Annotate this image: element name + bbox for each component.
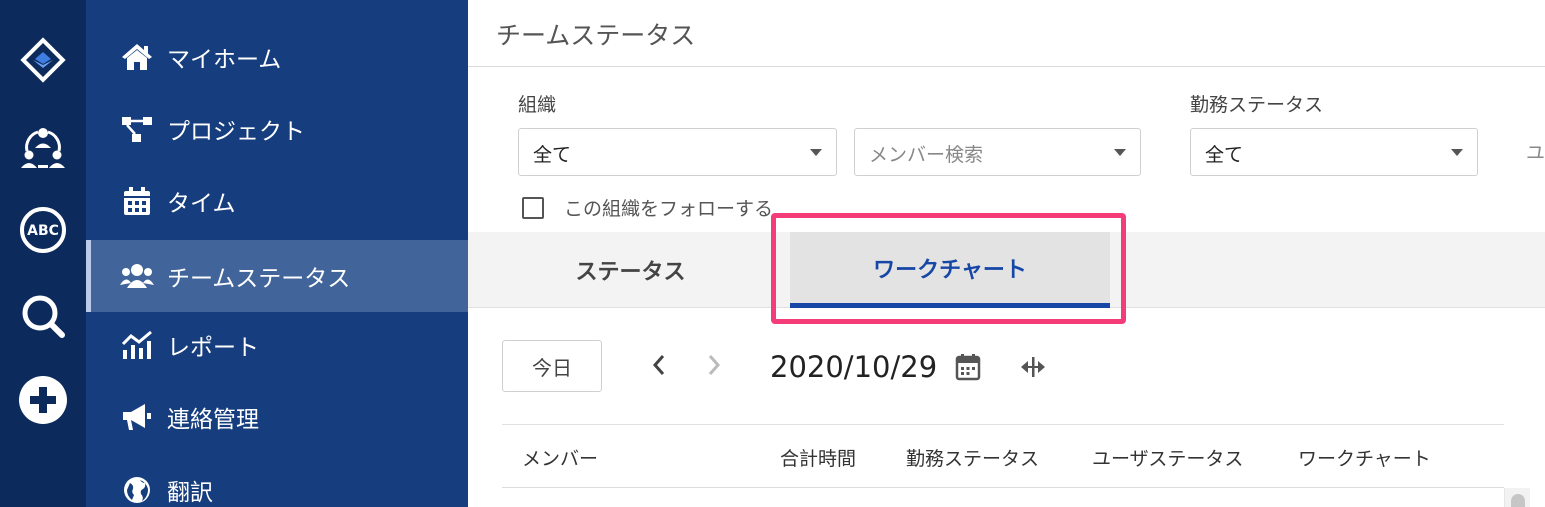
sidebar-item-contact[interactable]: 連絡管理 bbox=[86, 381, 468, 453]
column-header-total-time[interactable]: 合計時間 bbox=[780, 444, 856, 471]
icon-rail: ABC bbox=[0, 0, 86, 507]
org-label: 組織 bbox=[518, 94, 557, 116]
svg-text:ABC: ABC bbox=[27, 223, 59, 239]
scrollbar-thumb[interactable] bbox=[1511, 494, 1525, 507]
sidebar-item-label: マイホーム bbox=[167, 47, 282, 73]
sidebar-item-my-home[interactable]: マイホーム bbox=[86, 21, 468, 93]
chevron-down-icon bbox=[810, 149, 822, 156]
home-icon bbox=[120, 40, 154, 74]
table-scrollbar[interactable] bbox=[1504, 488, 1530, 507]
sidebar-item-project[interactable]: プロジェクト bbox=[86, 93, 468, 165]
sidebar-item-time[interactable]: タイム bbox=[86, 165, 468, 237]
org-select-value: 全て bbox=[533, 144, 572, 166]
follow-org-checkbox[interactable] bbox=[522, 197, 544, 219]
sidebar-item-label: プロジェクト bbox=[167, 119, 305, 145]
sidebar: マイホーム プロジェクト タイム チームステータス レポート 連絡管理 翻訳 bbox=[86, 0, 468, 507]
today-button[interactable]: 今日 bbox=[502, 340, 602, 392]
sidebar-item-team-status[interactable]: チームステータス bbox=[86, 240, 468, 312]
page-title: チームステータス bbox=[496, 21, 696, 50]
sidebar-item-label: チームステータス bbox=[167, 266, 351, 292]
tab-work-chart[interactable]: ワークチャート bbox=[790, 232, 1110, 308]
tab-status[interactable]: ステータス bbox=[528, 232, 733, 308]
main-content: チームステータス 組織 全て メンバー検索 勤務ステータス 全て ユ この組織を… bbox=[468, 0, 1545, 507]
plus-icon[interactable] bbox=[17, 374, 69, 426]
sidebar-item-report[interactable]: レポート bbox=[86, 309, 468, 381]
title-divider bbox=[468, 66, 1545, 67]
org-select[interactable]: 全て bbox=[518, 128, 837, 176]
abc-icon[interactable]: ABC bbox=[17, 204, 69, 256]
work-status-select[interactable]: 全て bbox=[1190, 128, 1478, 176]
column-header-work-status[interactable]: 勤務ステータス bbox=[906, 444, 1039, 471]
team-icon[interactable] bbox=[17, 120, 69, 172]
work-status-select-value: 全て bbox=[1205, 144, 1244, 166]
expand-width-icon[interactable] bbox=[1016, 350, 1050, 384]
sidebar-item-label: 翻訳 bbox=[167, 480, 213, 506]
app-logo-icon[interactable] bbox=[17, 34, 69, 86]
user-status-label-cut: ユ bbox=[1526, 142, 1545, 164]
project-icon bbox=[120, 112, 154, 146]
view-tabs: ステータス ワークチャート bbox=[468, 232, 1545, 308]
table-header: メンバー 合計時間 勤務ステータス ユーザステータス ワークチャート bbox=[502, 424, 1504, 488]
sidebar-item-label: タイム bbox=[167, 191, 236, 217]
current-date: 2020/10/29 bbox=[770, 350, 938, 384]
search-icon[interactable] bbox=[17, 290, 69, 342]
chevron-right-icon[interactable] bbox=[699, 350, 729, 380]
chevron-left-icon[interactable] bbox=[644, 350, 674, 380]
chevron-down-icon bbox=[1451, 149, 1463, 156]
work-status-label: 勤務ステータス bbox=[1190, 94, 1324, 116]
column-header-user-status[interactable]: ユーザステータス bbox=[1092, 444, 1243, 471]
megaphone-icon bbox=[120, 400, 154, 434]
globe-icon bbox=[120, 473, 154, 507]
member-search-placeholder: メンバー検索 bbox=[869, 144, 984, 166]
sidebar-item-translation[interactable]: 翻訳 bbox=[86, 454, 468, 507]
follow-org-label: この組織をフォローする bbox=[564, 198, 774, 220]
column-header-work-chart[interactable]: ワークチャート bbox=[1298, 444, 1431, 471]
chevron-down-icon bbox=[1114, 149, 1126, 156]
member-search-select[interactable]: メンバー検索 bbox=[854, 128, 1141, 176]
chart-icon bbox=[120, 328, 154, 362]
sidebar-item-label: 連絡管理 bbox=[167, 407, 259, 433]
calendar-icon bbox=[120, 184, 154, 218]
sidebar-item-label: レポート bbox=[167, 335, 259, 361]
users-icon bbox=[120, 259, 154, 293]
column-header-member[interactable]: メンバー bbox=[522, 444, 598, 471]
calendar-picker-icon[interactable] bbox=[951, 350, 985, 384]
